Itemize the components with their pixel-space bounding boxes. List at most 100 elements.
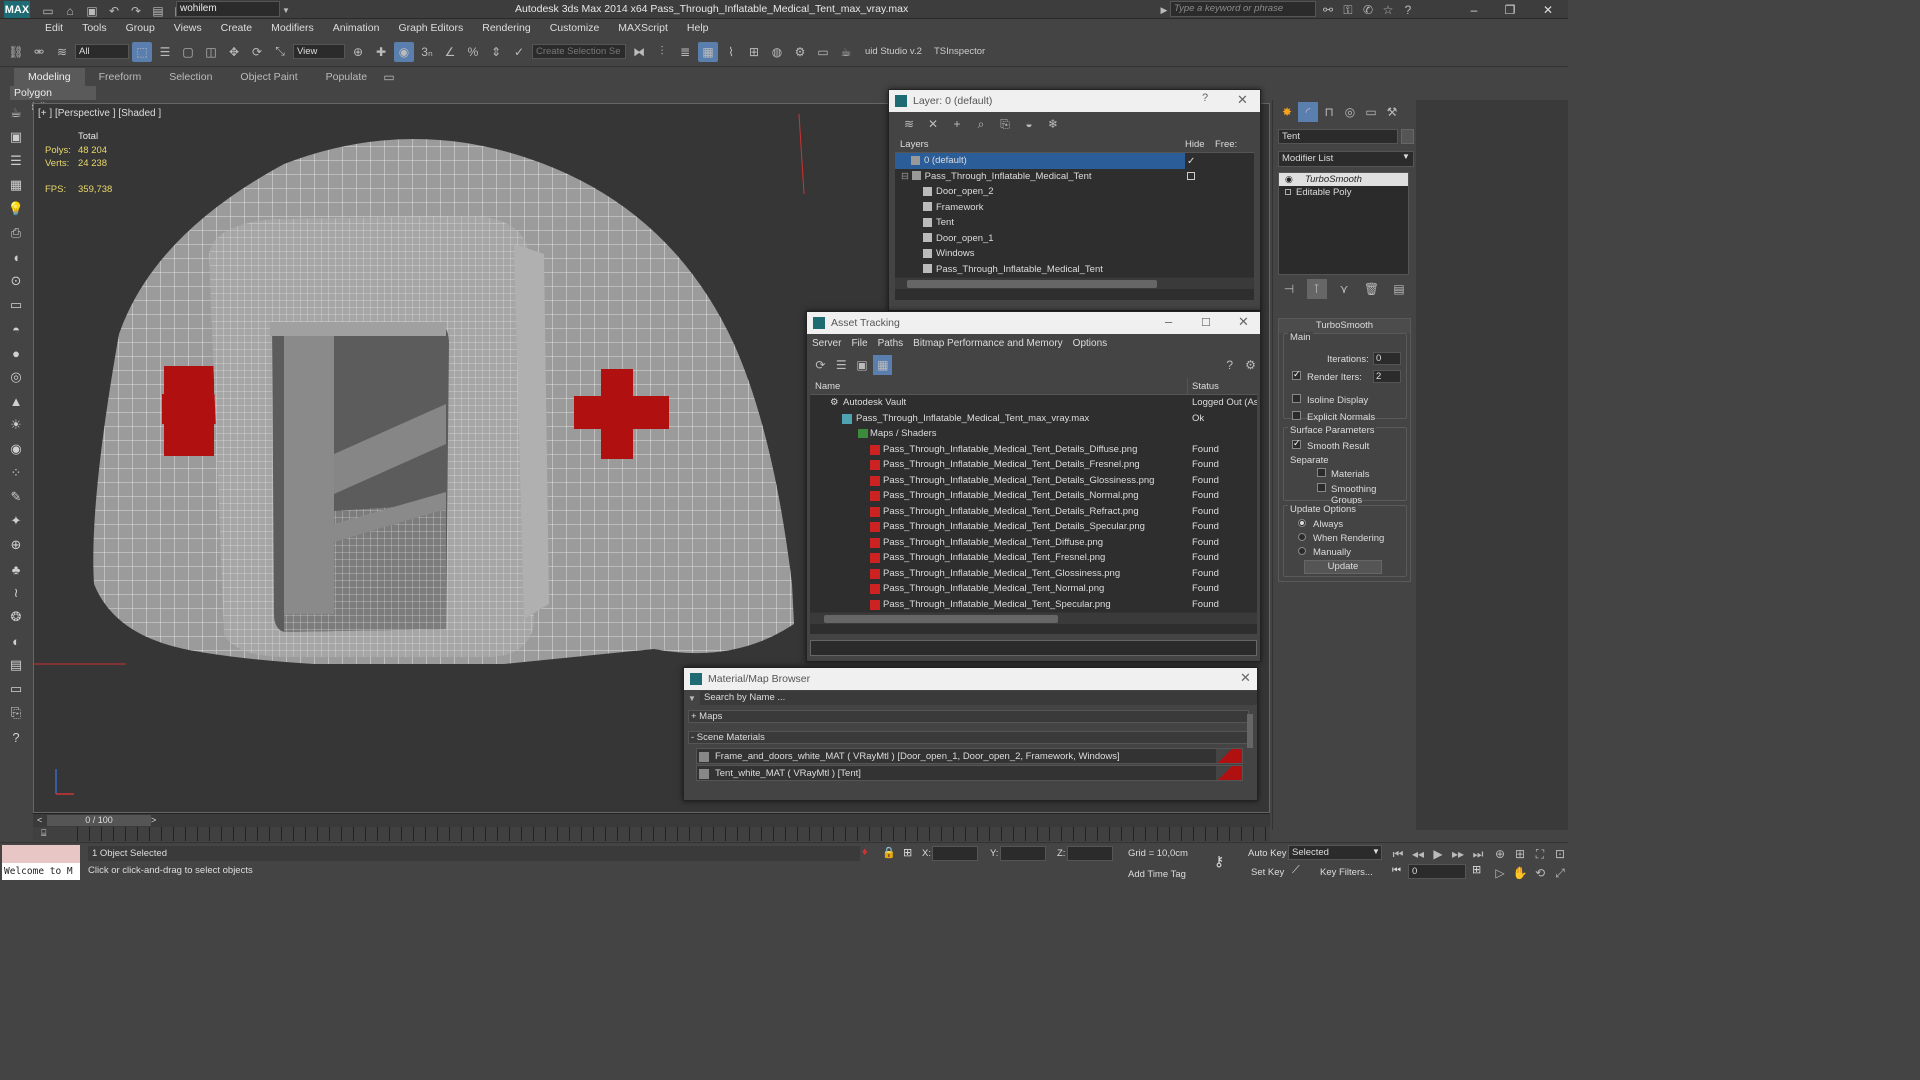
menu-create[interactable]: Create [221, 22, 253, 34]
key-icon[interactable]: ⚷ [1214, 853, 1224, 870]
horizontal-scrollbar[interactable] [810, 612, 1257, 624]
create-layer-icon[interactable]: ≋ [899, 114, 919, 134]
menu-edit[interactable]: Edit [45, 22, 63, 34]
minimize-button[interactable]: – [1456, 0, 1492, 19]
close-window-button[interactable]: ✕ [1530, 0, 1566, 19]
close-icon[interactable]: ✕ [1238, 314, 1249, 330]
material-search-input[interactable]: Search by Name ... [700, 691, 1257, 705]
layer-manager-icon[interactable]: ≣ [675, 42, 695, 62]
unlink-icon[interactable]: ⚮ [29, 42, 49, 62]
save-file-icon[interactable]: ▣ [82, 1, 102, 21]
chevron-down-icon[interactable]: ▼ [1372, 847, 1380, 856]
percent-snap-icon[interactable]: % [463, 42, 483, 62]
next-frame-icon[interactable]: ▸▸ [1448, 844, 1468, 864]
layer-row-door-open-2[interactable]: Door_open_2 [895, 184, 1254, 200]
display-tab-icon[interactable]: ▭ [1361, 102, 1381, 122]
polygon-modeling-panel[interactable]: Polygon Modeling [10, 86, 96, 113]
grid-icon[interactable]: ▦ [5, 174, 27, 196]
update-button[interactable]: Update [1304, 560, 1382, 574]
options-chevron-icon[interactable]: ▼ [684, 688, 700, 708]
dome-icon[interactable]: ◓ [5, 318, 27, 340]
pin-stack-icon[interactable]: ⊣ [1279, 279, 1299, 299]
studio-plugin-button[interactable]: uid Studio v.2 [865, 46, 927, 57]
asset-options-icon[interactable]: ⚙ [1241, 355, 1260, 375]
menu-help[interactable]: Help [687, 22, 709, 34]
column-status[interactable]: Status [1188, 378, 1219, 395]
mirror-icon[interactable]: ⧓ [629, 42, 649, 62]
selection-filter-dropdown[interactable]: All [75, 44, 129, 59]
snap-toggle-icon[interactable]: 3ₙ [417, 42, 437, 62]
move-icon[interactable]: ✥ [224, 42, 244, 62]
menu-animation[interactable]: Animation [333, 22, 380, 34]
material-editor-icon[interactable]: ◍ [767, 42, 787, 62]
smooth-result-checkbox[interactable] [1292, 438, 1301, 449]
absolute-mode-icon[interactable]: ⊞ [903, 846, 912, 859]
maxscript-listener-top[interactable] [2, 845, 80, 863]
printer-icon[interactable]: ⎘ [5, 702, 27, 724]
workspace-selector[interactable]: wohilem [176, 1, 280, 17]
reference-coordinate-dropdown[interactable]: View [293, 44, 345, 59]
configure-modifier-sets-icon[interactable]: ▤ [1389, 279, 1409, 299]
isolate-selection-icon[interactable]: ♦ [862, 846, 868, 858]
add-to-layer-icon[interactable]: + [947, 114, 967, 134]
horizontal-scrollbar[interactable] [895, 277, 1254, 289]
asset-file-row[interactable]: Pass_Through_Inflatable_Medical_Tent_Det… [810, 442, 1257, 458]
pivot-center-icon[interactable]: ⊕ [348, 42, 368, 62]
go-to-end-icon[interactable]: ⏭ [1468, 844, 1488, 864]
layer-row-framework[interactable]: Framework [895, 200, 1254, 216]
layer-help-button[interactable]: ? [1202, 92, 1208, 104]
asset-row-scene[interactable]: Pass_Through_Inflatable_Medical_Tent_max… [810, 411, 1257, 427]
key-filter-curve-icon[interactable]: ⟋ [1292, 864, 1300, 877]
time-slider[interactable]: < 0 / 100 > [33, 813, 1270, 827]
material-row-frame-doors[interactable]: Frame_and_doors_white_MAT ( VRayMtl ) [D… [696, 748, 1243, 764]
list-view-icon[interactable]: ☰ [832, 355, 851, 375]
render-teapot-icon[interactable]: ☕ [836, 42, 856, 62]
layer-row-windows[interactable]: Windows [895, 246, 1254, 262]
new-file-icon[interactable]: ▭ [38, 1, 58, 21]
update-manually-radio[interactable] [1298, 547, 1306, 555]
vertical-scrollbar[interactable] [1247, 714, 1253, 748]
undo-icon[interactable]: ↶ [104, 1, 124, 21]
tab-object-paint[interactable]: Object Paint [226, 68, 311, 86]
asset-dialog-titlebar[interactable]: Asset Tracking [807, 312, 1260, 334]
tab-modeling[interactable]: Modeling [14, 68, 85, 86]
refresh-icon[interactable]: ⟳ [811, 355, 830, 375]
separate-materials-checkbox[interactable] [1317, 468, 1326, 477]
hierarchy-tab-icon[interactable]: ⊓ [1319, 102, 1339, 122]
minimize-icon[interactable]: – [1165, 314, 1172, 329]
maxscript-listener[interactable]: Welcome to M [2, 863, 80, 880]
asset-menu-server[interactable]: Server [812, 338, 841, 349]
collapse-icon[interactable]: ⊟ [901, 171, 912, 182]
freeze-all-icon[interactable]: ❄ [1043, 114, 1063, 134]
menu-rendering[interactable]: Rendering [482, 22, 530, 34]
asset-file-row[interactable]: Pass_Through_Inflatable_Medical_Tent_Det… [810, 504, 1257, 520]
sun-icon[interactable]: ☀ [5, 414, 27, 436]
hold-icon[interactable]: ▤ [148, 1, 168, 21]
modifier-editable-poly[interactable]: Editable Poly [1279, 186, 1408, 199]
thumbnail-view-icon[interactable]: ▣ [853, 355, 872, 375]
tab-freeform[interactable]: Freeform [85, 68, 156, 86]
remove-modifier-icon[interactable]: 🗑 [1362, 279, 1382, 299]
tab-selection[interactable]: Selection [155, 68, 226, 86]
play-icon[interactable]: ▶ [1428, 844, 1448, 864]
layer-row-door-open-1[interactable]: Door_open_1 [895, 231, 1254, 247]
asset-file-row[interactable]: Pass_Through_Inflatable_Medical_Tent_Fre… [810, 550, 1257, 566]
light-bulb-icon[interactable]: 💡 [5, 198, 27, 220]
asset-row-maps-folder[interactable]: Maps / Shaders [810, 426, 1257, 442]
help-search-input[interactable]: Type a keyword or phrase [1170, 1, 1316, 17]
asset-menu-bitmap-performance[interactable]: Bitmap Performance and Memory [913, 338, 1063, 349]
asset-file-row[interactable]: Pass_Through_Inflatable_Medical_Tent_Dif… [810, 535, 1257, 551]
scene-materials-header[interactable]: - Scene Materials [688, 731, 1249, 744]
auto-key-button[interactable]: Auto Key [1248, 848, 1287, 859]
expand-icon[interactable] [1285, 189, 1291, 195]
hide-all-icon[interactable]: ◒ [1019, 114, 1039, 134]
track-bar[interactable]: ⌸ [33, 827, 1270, 841]
chevron-down-icon[interactable]: ▼ [1402, 152, 1410, 161]
add-time-tag-button[interactable]: Add Time Tag [1128, 869, 1186, 880]
viewport-label[interactable]: [+ ] [Perspective ] [Shaded ] [38, 108, 161, 119]
question-icon[interactable]: ? [5, 726, 27, 748]
modify-tab-icon[interactable]: ◜ [1298, 102, 1318, 122]
expand-search-icon[interactable]: ▶ [1158, 0, 1170, 20]
asset-menu-paths[interactable]: Paths [878, 338, 904, 349]
scene-explorer-icon[interactable]: ▦ [698, 41, 718, 62]
